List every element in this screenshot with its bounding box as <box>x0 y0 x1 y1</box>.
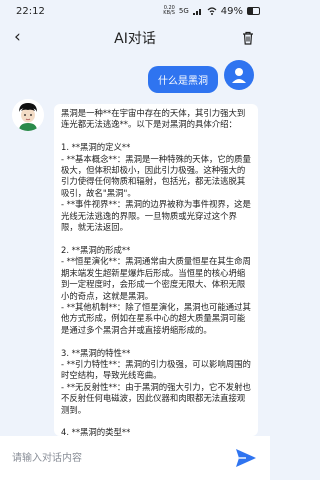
bot-avatar-icon <box>12 99 44 131</box>
signal-bars-icon <box>192 9 201 15</box>
battery-icon <box>247 7 260 15</box>
send-icon[interactable] <box>234 447 258 469</box>
status-time: 22:12 <box>16 5 45 17</box>
status-bar: 22:12 0.20 KB/S 5G 49% <box>0 0 270 22</box>
bot-message-bubble: 黑洞是一种**在宇宙中存在的天体，其引力强大到连光都无法逃逸**。以下是对黑洞的… <box>54 104 258 436</box>
back-arrow-icon[interactable]: ‹ <box>14 29 32 47</box>
network-speed: 0.20 KB/S <box>163 6 175 16</box>
signal-5g-icon: 5G <box>178 7 189 15</box>
user-message-bubble: 什么是黑洞 <box>148 66 218 93</box>
wifi-icon <box>207 7 217 15</box>
trash-icon[interactable] <box>240 30 256 46</box>
user-avatar <box>224 60 254 90</box>
message-input[interactable] <box>10 443 224 473</box>
page-title: AI对话 <box>114 31 156 47</box>
user-avatar-icon <box>232 68 246 83</box>
input-bar <box>0 436 270 480</box>
header: ‹ AI对话 <box>0 22 270 54</box>
bot-message-text: 黑洞是一种**在宇宙中存在的天体，其引力强大到连光都无法逃逸**。以下是对黑洞的… <box>61 108 251 436</box>
status-icons: 0.20 KB/S 5G 49% <box>163 6 260 17</box>
bot-avatar <box>12 99 44 131</box>
battery-percent: 49% <box>220 5 243 17</box>
network-speed-unit: KB/S <box>163 10 175 16</box>
